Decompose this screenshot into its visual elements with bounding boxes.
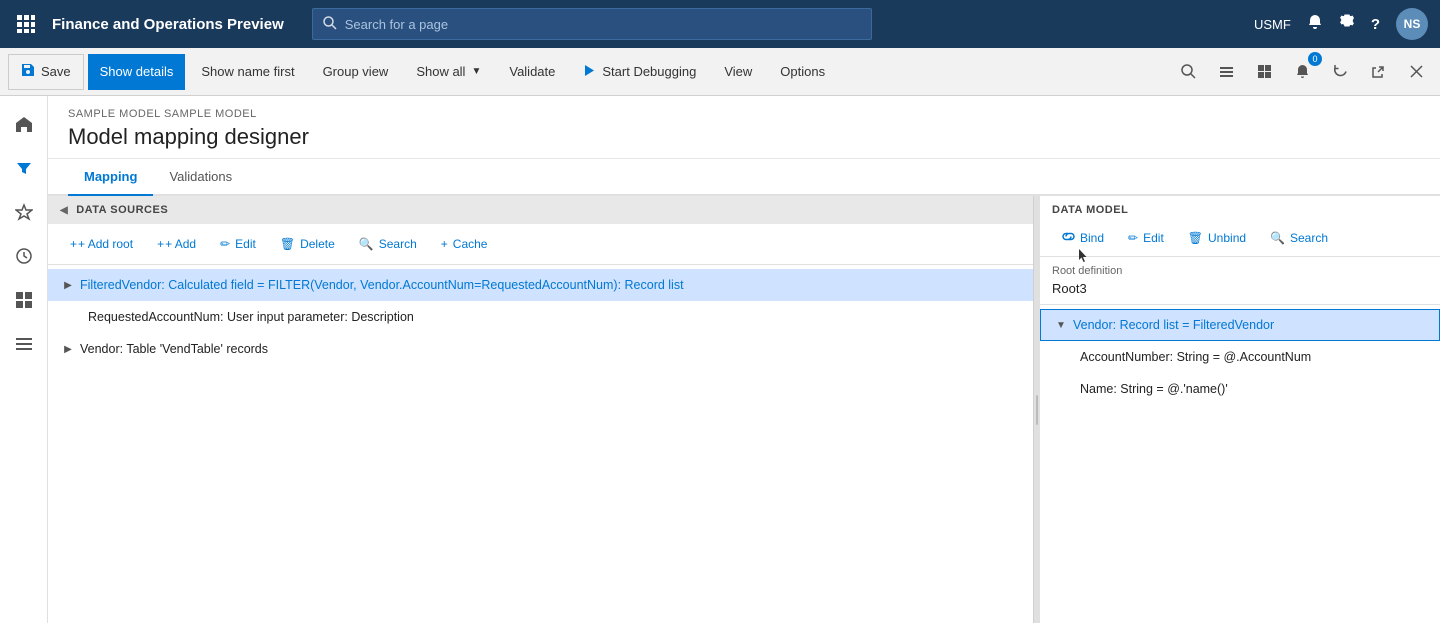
refresh-button[interactable]: [1324, 56, 1356, 88]
root-definition-section: Root definition Root3: [1040, 257, 1440, 305]
grid-icon[interactable]: [12, 10, 40, 38]
add-button[interactable]: + + Add: [147, 230, 206, 258]
start-debugging-button[interactable]: Start Debugging: [571, 54, 708, 90]
search-icon: [323, 16, 337, 33]
tree-item-requested-account-num[interactable]: RequestedAccountNum: User input paramete…: [48, 301, 1033, 333]
expand-vendor-icon[interactable]: ▶: [60, 341, 76, 357]
show-name-first-button[interactable]: Show name first: [189, 54, 306, 90]
save-button[interactable]: Save: [8, 54, 84, 90]
delete-button[interactable]: 🗑 Delete: [270, 230, 345, 258]
sidebar-item-list[interactable]: [4, 324, 44, 364]
tree-item-filtered-vendor[interactable]: ▶ FilteredVendor: Calculated field = FIL…: [48, 269, 1033, 301]
bind-button[interactable]: Bind: [1052, 224, 1114, 252]
cache-button[interactable]: + Cache: [431, 230, 498, 258]
show-details-button[interactable]: Show details: [88, 54, 186, 90]
designer-area: ◀ DATA SOURCES + + Add root + + Add ✏ Ed…: [48, 196, 1440, 623]
edit-dm-icon: ✏: [1128, 231, 1138, 245]
delete-icon: 🗑: [280, 237, 295, 251]
notifications-button-wrapper: 0: [1286, 56, 1318, 88]
view-mode-button[interactable]: [1248, 56, 1280, 88]
content-area: SAMPLE MODEL SAMPLE MODEL Model mapping …: [48, 96, 1440, 623]
data-sources-panel: ◀ DATA SOURCES + + Add root + + Add ✏ Ed…: [48, 196, 1034, 623]
edit-ds-button[interactable]: ✏ Edit: [210, 230, 266, 258]
bell-icon[interactable]: [1307, 14, 1323, 35]
left-sidebar: [0, 96, 48, 623]
data-sources-header: ◀ DATA SOURCES: [48, 196, 1033, 224]
collapse-icon[interactable]: ◀: [60, 205, 68, 216]
sidebar-item-recent[interactable]: [4, 236, 44, 276]
tree-item-vendor[interactable]: ▶ Vendor: Table 'VendTable' records: [48, 333, 1033, 365]
personalize-button[interactable]: [1210, 56, 1242, 88]
add-icon: +: [157, 237, 164, 251]
sidebar-item-workspace[interactable]: [4, 280, 44, 320]
search-input[interactable]: [345, 17, 861, 32]
debug-icon: [583, 64, 596, 80]
data-sources-toolbar: + + Add root + + Add ✏ Edit 🗑 Delete: [48, 224, 1033, 265]
collapse-vendor-record-icon[interactable]: ▼: [1053, 317, 1069, 333]
share-button[interactable]: [1362, 56, 1394, 88]
edit-icon: ✏: [220, 237, 230, 251]
dm-item-account-number[interactable]: AccountNumber: String = @.AccountNum: [1040, 341, 1440, 373]
save-icon: [21, 63, 35, 80]
view-button[interactable]: View: [712, 54, 764, 90]
tabs: Mapping Validations: [48, 159, 1440, 196]
notification-badge: 0: [1308, 52, 1322, 66]
environment-label: USMF: [1254, 17, 1291, 32]
tab-mapping[interactable]: Mapping: [68, 159, 153, 196]
data-model-content: ▼ Vendor: Record list = FilteredVendor A…: [1040, 305, 1440, 623]
page-title: Model mapping designer: [68, 124, 1420, 150]
search-dm-icon: 🔍: [1270, 231, 1285, 245]
data-sources-content: ▶ FilteredVendor: Calculated field = FIL…: [48, 265, 1033, 623]
search-ds-icon: 🔍: [359, 237, 374, 251]
top-nav-bar: Finance and Operations Preview USMF ? NS: [0, 0, 1440, 48]
action-toolbar: Save Show details Show name first Group …: [0, 48, 1440, 96]
tab-validations[interactable]: Validations: [153, 159, 248, 196]
edit-dm-button[interactable]: ✏ Edit: [1118, 224, 1174, 252]
unbind-icon: 🗑: [1188, 231, 1203, 245]
cache-icon: +: [441, 237, 448, 251]
show-all-button[interactable]: Show all ▼: [404, 54, 493, 90]
root-definition-label: Root definition: [1052, 265, 1428, 277]
data-model-header: DATA MODEL: [1040, 196, 1440, 220]
data-model-toolbar: Bind ✏ Edit 🗑 Unbind: [1040, 220, 1440, 257]
group-view-button[interactable]: Group view: [311, 54, 401, 90]
bind-icon: [1062, 230, 1075, 246]
close-button[interactable]: [1400, 56, 1432, 88]
dm-item-name[interactable]: Name: String = @.'name()': [1040, 373, 1440, 405]
top-bar-actions: USMF ? NS: [1254, 8, 1428, 40]
plus-icon: +: [70, 237, 77, 251]
add-root-button[interactable]: + + Add root: [60, 230, 143, 258]
dropdown-arrow-icon: ▼: [471, 66, 481, 77]
cursor-indicator: [1073, 248, 1093, 264]
expand-filtered-vendor-icon[interactable]: ▶: [60, 277, 76, 293]
validate-button[interactable]: Validate: [497, 54, 567, 90]
main-layout: SAMPLE MODEL SAMPLE MODEL Model mapping …: [0, 96, 1440, 623]
data-model-panel: DATA MODEL Bind ✏: [1040, 196, 1440, 623]
search-dm-button[interactable]: 🔍 Search: [1260, 224, 1338, 252]
dm-item-vendor-record[interactable]: ▼ Vendor: Record list = FilteredVendor: [1040, 309, 1440, 341]
options-button[interactable]: Options: [768, 54, 837, 90]
search-ds-button[interactable]: 🔍 Search: [349, 230, 427, 258]
help-icon[interactable]: ?: [1371, 16, 1380, 33]
settings-icon[interactable]: [1339, 14, 1355, 35]
sidebar-item-favorites[interactable]: [4, 192, 44, 232]
root-definition-value: Root3: [1052, 281, 1428, 296]
user-avatar[interactable]: NS: [1396, 8, 1428, 40]
unbind-button[interactable]: 🗑 Unbind: [1178, 224, 1256, 252]
toolbar-search-button[interactable]: [1172, 56, 1204, 88]
sidebar-item-filter[interactable]: [4, 148, 44, 188]
app-title: Finance and Operations Preview: [52, 16, 284, 33]
global-search[interactable]: [312, 8, 872, 40]
page-header: SAMPLE MODEL SAMPLE MODEL Model mapping …: [48, 96, 1440, 159]
sidebar-item-home[interactable]: [4, 104, 44, 144]
breadcrumb: SAMPLE MODEL SAMPLE MODEL: [68, 108, 1420, 120]
